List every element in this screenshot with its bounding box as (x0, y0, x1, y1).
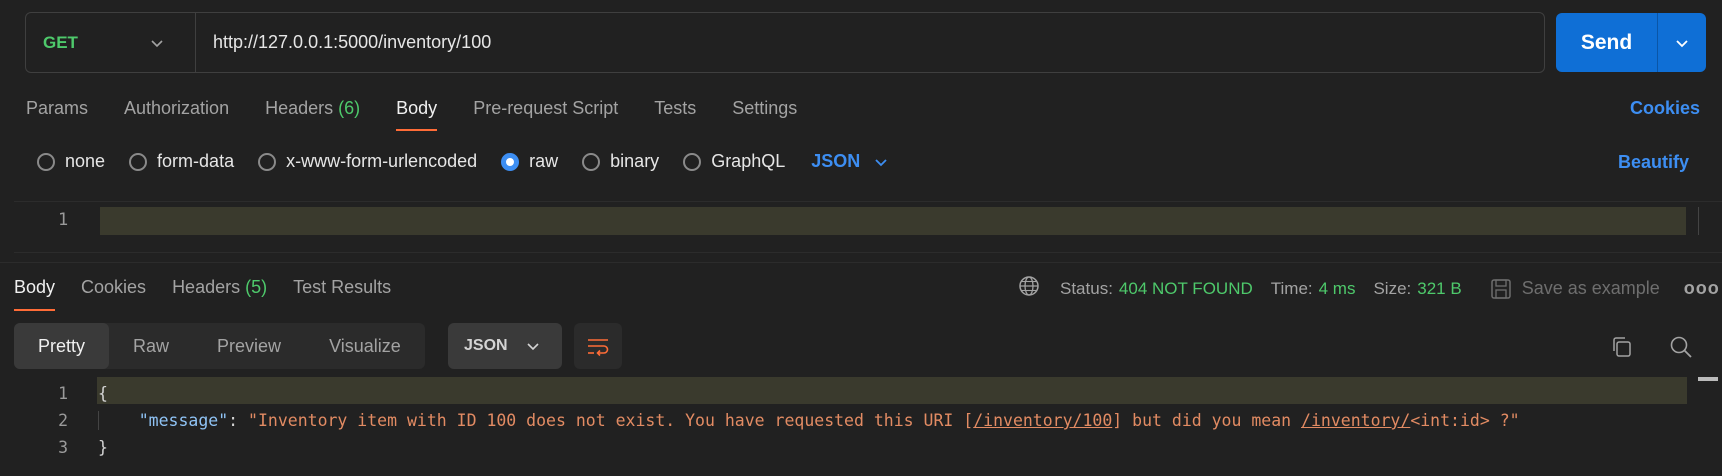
radio-none[interactable]: none (37, 151, 105, 172)
tab-headers[interactable]: Headers (6) (265, 98, 360, 119)
radio-raw[interactable]: raw (501, 151, 558, 172)
save-icon (1490, 278, 1511, 299)
status-value[interactable]: 404 NOT FOUND (1119, 279, 1253, 299)
method-select[interactable]: GET (26, 13, 196, 72)
view-pretty[interactable]: Pretty (14, 323, 110, 369)
tab-tests[interactable]: Tests (654, 98, 696, 119)
more-options-icon[interactable]: ooo (1684, 278, 1720, 299)
editor-scrollbar[interactable] (1698, 207, 1699, 235)
response-tabs: Body Cookies Headers (5) Test Results (14, 277, 417, 311)
view-mode-segmented: Pretty Raw Preview Visualize (14, 323, 425, 369)
time-value[interactable]: 4 ms (1319, 279, 1356, 299)
globe-icon[interactable] (1018, 275, 1040, 302)
view-raw[interactable]: Raw (109, 323, 193, 369)
radio-circle (129, 152, 148, 171)
size-label: Size: (1373, 278, 1412, 298)
chevron-down-icon (875, 158, 887, 166)
copy-icon[interactable] (1610, 335, 1634, 364)
request-body-editor[interactable]: 1 (14, 201, 1722, 253)
send-button[interactable]: Send (1556, 31, 1657, 55)
json-open-brace: { (98, 384, 108, 403)
json-close-brace: } (98, 438, 108, 457)
radio-circle (37, 152, 55, 171)
radio-circle (582, 152, 601, 171)
json-colon: : (228, 411, 249, 430)
chevron-down-icon (150, 35, 164, 55)
viewer-scrollbar[interactable] (1698, 377, 1718, 381)
chevron-down-icon (1676, 39, 1688, 47)
tab-authorization[interactable]: Authorization (124, 98, 229, 119)
response-tab-cookies[interactable]: Cookies (81, 277, 146, 298)
radio-binary[interactable]: binary (582, 151, 659, 172)
code-line: 2 "message": "Inventory item with ID 100… (0, 407, 1520, 434)
headers-count: (6) (338, 98, 361, 118)
radio-urlencoded[interactable]: x-www-form-urlencoded (258, 151, 477, 172)
line-number: 2 (58, 411, 68, 430)
request-url-bar: GET http://127.0.0.1:5000/inventory/100 (25, 12, 1545, 73)
time-label: Time: (1270, 278, 1313, 298)
url-input[interactable]: http://127.0.0.1:5000/inventory/100 (196, 32, 491, 53)
tab-pre-request-script[interactable]: Pre-request Script (473, 98, 618, 119)
send-button-group: Send (1556, 13, 1706, 72)
tab-params[interactable]: Params (26, 98, 88, 119)
wrap-lines-button[interactable] (574, 323, 622, 369)
json-string-part: ] but did you mean (1112, 411, 1302, 430)
request-tabs: Params Authorization Headers (6) Body Pr… (26, 98, 833, 131)
search-icon[interactable] (1669, 335, 1693, 364)
radio-form-data[interactable]: form-data (129, 151, 234, 172)
beautify-button[interactable]: Beautify (1618, 152, 1689, 173)
response-tab-headers[interactable]: Headers (5) (172, 277, 267, 298)
uri-link[interactable]: /inventory/ (1301, 411, 1410, 430)
view-visualize[interactable]: Visualize (305, 323, 425, 369)
current-line-highlight (100, 207, 1686, 235)
json-string-part: "Inventory item with ID 100 does not exi… (248, 411, 974, 430)
code-line: 3} (0, 434, 1520, 461)
response-format-select[interactable]: JSON (448, 323, 562, 369)
line-number: 3 (58, 438, 68, 457)
body-type-radios: none form-data x-www-form-urlencoded raw… (37, 151, 888, 172)
view-preview[interactable]: Preview (193, 323, 305, 369)
tab-body[interactable]: Body (396, 98, 438, 131)
method-label: GET (43, 32, 78, 52)
cookies-link[interactable]: Cookies (1630, 98, 1700, 119)
line-number: 1 (58, 384, 68, 403)
uri-link[interactable]: /inventory/100 (973, 411, 1112, 430)
indent-guide (98, 411, 139, 430)
response-meta: Status: 404 NOT FOUND Time: 4 ms Size: 3… (1018, 275, 1720, 302)
code-line: 1{ (0, 380, 1520, 407)
json-string-part: <int:id> ?" (1410, 411, 1520, 430)
pane-divider[interactable] (0, 262, 1722, 263)
tab-settings[interactable]: Settings (732, 98, 797, 119)
response-tab-test-results[interactable]: Test Results (293, 277, 391, 298)
chevron-down-icon (527, 343, 539, 351)
language-select[interactable]: JSON (811, 151, 888, 172)
status-label: Status: (1060, 278, 1113, 298)
response-body-viewer[interactable]: 1{ 2 "message": "Inventory item with ID … (0, 377, 1722, 476)
radio-circle (258, 152, 277, 171)
wrap-lines-icon (588, 339, 609, 357)
response-headers-count: (5) (245, 277, 268, 297)
size-value[interactable]: 321 B (1417, 279, 1461, 299)
response-code: 1{ 2 "message": "Inventory item with ID … (0, 380, 1520, 461)
response-tab-body[interactable]: Body (14, 277, 56, 311)
save-as-example-button[interactable]: Save as example (1490, 278, 1660, 300)
radio-graphql[interactable]: GraphQL (683, 151, 785, 172)
json-key: "message" (138, 411, 229, 430)
line-number: 1 (58, 210, 69, 230)
send-options-button[interactable] (1658, 35, 1706, 51)
radio-circle-checked (501, 152, 520, 171)
radio-circle (683, 152, 702, 171)
